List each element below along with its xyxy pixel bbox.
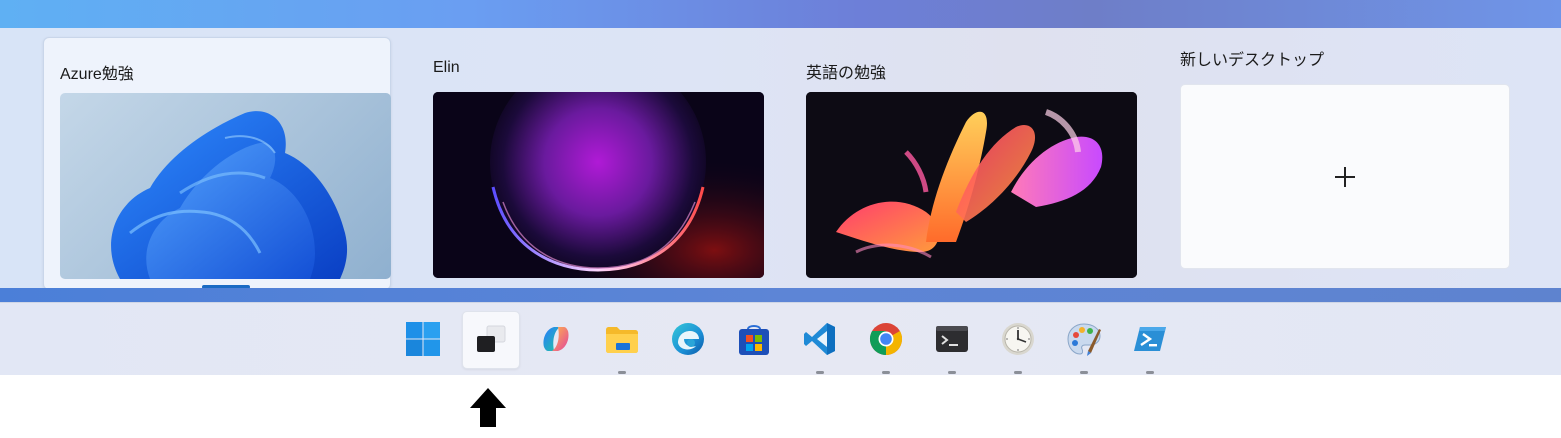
desktop-card-elin[interactable]: Elin: [417, 37, 764, 288]
desktop-card-azure[interactable]: Azure勉強: [43, 37, 391, 290]
colorful-ribbons-wallpaper: [806, 92, 1137, 278]
store-icon: [739, 325, 769, 355]
paint-palette-icon: [1067, 323, 1101, 356]
copilot-button[interactable]: [528, 311, 584, 367]
powershell-button[interactable]: [1122, 311, 1178, 374]
taskbar: [0, 302, 1561, 375]
chrome-button[interactable]: [858, 311, 914, 374]
clock-button[interactable]: [990, 311, 1046, 374]
running-indicator: [1080, 371, 1088, 374]
terminal-icon: [936, 326, 968, 352]
wallpaper-strip-top: [0, 0, 1561, 28]
running-indicator: [1014, 371, 1022, 374]
desktop-title: 英語の勉強: [806, 65, 887, 82]
task-view-button[interactable]: [462, 311, 520, 369]
task-view-icon: [477, 325, 506, 352]
running-indicator: [1146, 371, 1154, 374]
running-indicator: [816, 371, 824, 374]
paint-button[interactable]: [1056, 311, 1112, 374]
folder-icon: [606, 327, 638, 353]
vscode-button[interactable]: [792, 311, 848, 374]
vscode-icon: [804, 323, 835, 355]
edge-button[interactable]: [660, 311, 716, 367]
new-desktop-button[interactable]: [1180, 84, 1510, 269]
running-indicator: [618, 371, 626, 374]
copilot-icon: [543, 327, 569, 351]
microsoft-store-button[interactable]: [726, 311, 782, 367]
desktop-title: Azure勉強: [60, 66, 134, 83]
powershell-icon: [1134, 327, 1166, 351]
bloom-blue-wallpaper: [60, 93, 391, 279]
running-indicator: [882, 371, 890, 374]
terminal-button[interactable]: [924, 311, 980, 374]
task-view-panel: Azure勉強 Elin 英語の勉強 新しいデスクトップ: [0, 28, 1561, 290]
clock-icon: [1002, 323, 1034, 355]
up-arrow-icon: [470, 388, 506, 427]
new-desktop-label: 新しいデスクトップ: [1180, 52, 1325, 69]
edge-icon: [672, 323, 704, 355]
chrome-icon: [869, 323, 903, 356]
windows-logo-icon: [406, 322, 440, 356]
purple-glow-wallpaper: [433, 92, 764, 278]
wallpaper-strip-bottom: [0, 288, 1561, 302]
running-indicator: [948, 371, 956, 374]
file-explorer-button[interactable]: [594, 311, 650, 374]
start-button[interactable]: [395, 311, 451, 367]
desktop-title: Elin: [433, 59, 460, 76]
desktop-card-english[interactable]: 英語の勉強: [790, 37, 1137, 288]
